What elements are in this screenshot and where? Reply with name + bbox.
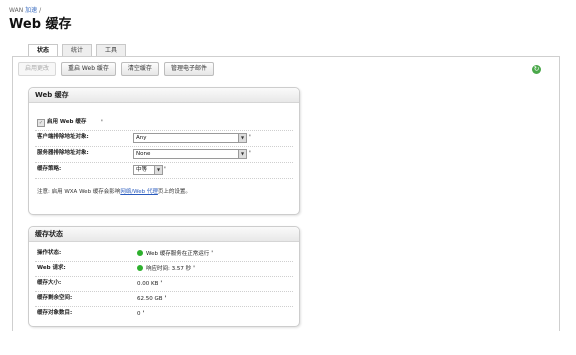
clear-cache-button[interactable]: 清空缓存 — [120, 62, 159, 76]
status-label: 缓存剩余空间: — [37, 295, 73, 301]
page-title: Web 缓存 — [9, 17, 72, 32]
chevron-down-icon: ▼ — [154, 166, 162, 174]
server-exclude-select[interactable]: None ▼ — [133, 149, 247, 159]
help-icon[interactable]: ' — [160, 280, 162, 287]
status-value: 62.50 GB ' — [137, 294, 166, 304]
divider — [35, 261, 293, 262]
status-label: 缓存大小: — [37, 280, 62, 286]
help-icon[interactable]: ' — [143, 310, 145, 317]
response-time-text: 响应时间: 3.57 秒 — [146, 266, 192, 272]
web-cache-settings-panel: Web 缓存 ✓ 启用 Web 缓存 ' 客户端排除地址对象: Any ▼ ' … — [28, 87, 300, 215]
client-exclude-value: Any — [136, 135, 147, 141]
panel-title: 缓存状态 — [29, 227, 299, 242]
help-icon[interactable]: ' — [211, 250, 213, 257]
panel-title: Web 缓存 — [29, 88, 299, 103]
server-exclude-value: None — [136, 151, 151, 157]
cache-level-select[interactable]: 中等 ▼ — [133, 165, 163, 175]
cache-status-panel: 缓存状态 操作状态: Web 缓存服务在正常运行 ' Web 请求: 响应时间: … — [28, 226, 300, 327]
status-value: Web 缓存服务在正常运行 ' — [137, 249, 213, 259]
server-exclude-label: 服务器排除地址对象: — [37, 150, 89, 156]
status-label: 缓存对象数目: — [37, 310, 73, 316]
cache-level-label: 缓存策略: — [37, 166, 62, 172]
note-prefix: 注意: 启用 WXA Web 缓存会影响 — [37, 189, 121, 195]
cache-size-text: 0.00 KB — [137, 281, 159, 287]
help-icon[interactable]: ' — [249, 133, 251, 142]
divider — [35, 276, 293, 277]
divider — [35, 130, 293, 131]
status-value: 响应时间: 3.57 秒 ' — [137, 264, 195, 274]
divider — [35, 178, 293, 179]
status-ok-icon — [137, 265, 143, 271]
settings-note: 注意: 启用 WXA Web 缓存会影响网络/Web 代理页上的设置。 — [37, 187, 191, 195]
operation-status-text: Web 缓存服务在正常运行 — [146, 251, 210, 257]
help-icon[interactable]: ' — [249, 149, 251, 158]
tab-bar: 状态 统计 工具 — [28, 44, 130, 57]
enable-web-cache-label: 启用 Web 缓存 — [47, 119, 87, 125]
divider — [35, 306, 293, 307]
help-icon[interactable]: ' — [165, 295, 167, 302]
divider — [35, 146, 293, 147]
chevron-down-icon: ▼ — [238, 150, 246, 158]
divider — [35, 291, 293, 292]
client-exclude-label: 客户端排除地址对象: — [37, 134, 89, 140]
chevron-down-icon: ▼ — [238, 134, 246, 142]
help-icon[interactable]: ' — [101, 118, 103, 127]
status-label: 操作状态: — [37, 250, 62, 256]
cache-level-value: 中等 — [136, 167, 148, 173]
divider — [35, 162, 293, 163]
free-space-text: 62.50 GB — [137, 296, 163, 302]
action-toolbar: 启用更改 重启 Web 缓存 清空缓存 管理电子邮件 — [18, 62, 219, 76]
restart-web-cache-button[interactable]: 重启 Web 缓存 — [61, 62, 116, 76]
refresh-icon[interactable]: ↻ — [532, 65, 541, 74]
client-exclude-select[interactable]: Any ▼ — [133, 133, 247, 143]
status-value: 0.00 KB ' — [137, 279, 162, 289]
help-icon[interactable]: ' — [164, 165, 166, 174]
web-proxy-link[interactable]: 网络/Web 代理 — [120, 189, 158, 195]
apply-changes-button[interactable]: 启用更改 — [18, 62, 57, 76]
status-label: Web 请求: — [37, 265, 66, 271]
manage-email-button[interactable]: 管理电子邮件 — [163, 62, 214, 76]
object-count-text: 0 — [137, 311, 141, 317]
enable-web-cache-checkbox[interactable]: ✓ — [37, 119, 45, 127]
tab-tools[interactable]: 工具 — [96, 44, 127, 56]
status-ok-icon — [137, 250, 143, 256]
status-value: 0 ' — [137, 309, 144, 319]
tab-statistics[interactable]: 统计 — [62, 44, 93, 56]
note-suffix: 页上的设置。 — [157, 189, 191, 195]
help-icon[interactable]: ' — [193, 265, 195, 272]
